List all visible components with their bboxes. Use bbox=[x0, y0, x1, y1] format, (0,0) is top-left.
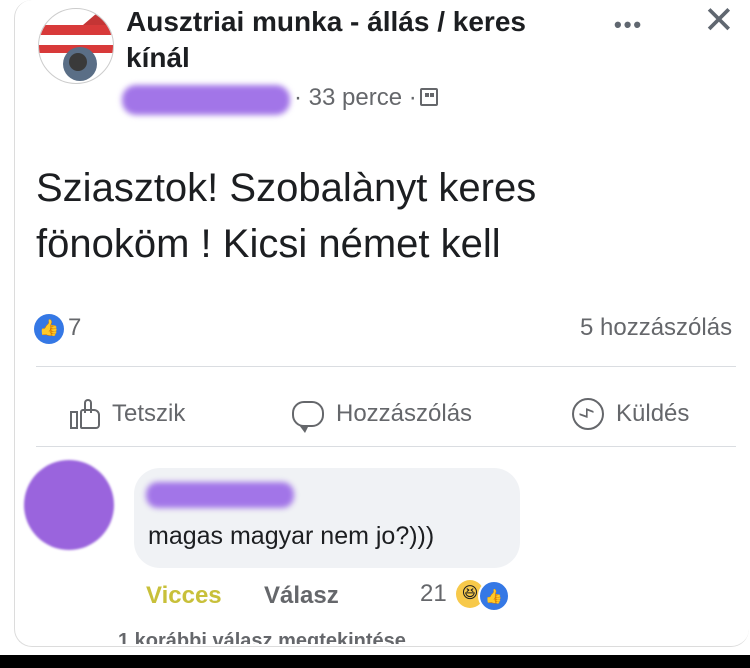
bottom-bar bbox=[0, 655, 750, 668]
post-timestamp[interactable]: · 33 perce · bbox=[294, 84, 417, 112]
divider bbox=[36, 366, 736, 367]
like-reaction-icon: 👍 bbox=[478, 580, 510, 612]
view-more-replies-link[interactable]: 1 korábbi válasz megtekintése bbox=[118, 630, 406, 644]
like-reaction-icon[interactable]: 👍 bbox=[34, 314, 64, 344]
comment-text: magas magyar nem jo?))) bbox=[148, 522, 435, 550]
comment-reaction-count[interactable]: 21 bbox=[420, 580, 447, 608]
comment-count[interactable]: 5 hozzászólás bbox=[580, 314, 732, 342]
comment-button[interactable]: Hozzászólás bbox=[292, 394, 472, 434]
like-button[interactable]: Tetszik bbox=[70, 394, 185, 434]
messenger-icon bbox=[572, 398, 604, 430]
close-icon[interactable]: ✕ bbox=[703, 2, 735, 40]
like-button-label: Tetszik bbox=[112, 400, 186, 427]
commenter-avatar[interactable] bbox=[24, 460, 114, 550]
commenter-name-redacted[interactable] bbox=[146, 482, 294, 508]
author-name-redacted[interactable] bbox=[122, 85, 290, 115]
reaction-count[interactable]: 7 bbox=[68, 314, 81, 342]
group-name[interactable]: Ausztriai munka - állás / keres kínál bbox=[126, 4, 566, 76]
comment-button-label: Hozzászólás bbox=[336, 400, 473, 427]
comment-bubble: magas magyar nem jo?))) bbox=[134, 468, 520, 568]
send-button[interactable]: Küldés bbox=[572, 394, 689, 434]
group-avatar[interactable] bbox=[38, 8, 114, 84]
group-privacy-icon bbox=[420, 88, 438, 106]
comment-reaction-tag[interactable]: Vicces bbox=[146, 582, 222, 610]
more-horizontal-icon[interactable]: ••• bbox=[614, 12, 643, 38]
reply-button[interactable]: Válasz bbox=[264, 582, 339, 610]
comment-bubble-icon bbox=[292, 401, 324, 433]
post-text: Sziasztok! Szobalànyt keres fönoköm ! Ki… bbox=[36, 166, 537, 266]
thumbs-up-icon bbox=[70, 399, 100, 429]
send-button-label: Küldés bbox=[616, 400, 690, 427]
divider bbox=[36, 446, 736, 447]
